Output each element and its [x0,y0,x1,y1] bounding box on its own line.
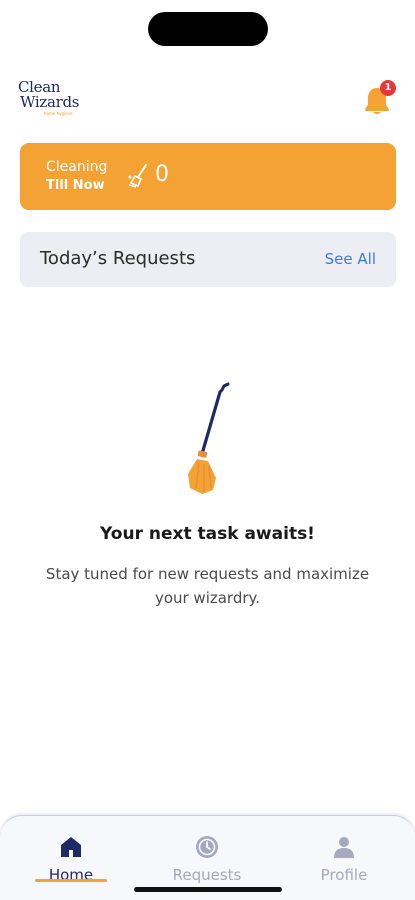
section-title: Today’s Requests [40,248,196,269]
notification-badge: 1 [380,80,396,96]
tab-profile[interactable]: Profile [289,834,399,884]
person-icon [334,837,354,858]
logo-tagline: home hygiene [44,111,73,116]
stats-sublabel: Till Now [46,178,105,193]
cleaning-icon [128,164,147,188]
home-indicator [134,887,282,892]
stats-label: Cleaning [46,159,108,175]
active-tab-indicator [35,879,107,882]
home-icon [61,837,81,857]
broom-illustration [188,382,230,494]
logo-text-line2: Wizards [20,93,80,111]
empty-state-title: Your next task awaits! [100,524,315,544]
tab-home[interactable]: Home [16,834,126,884]
app-logo: Clean Wizards home hygiene [18,80,88,122]
cleaning-count: 0 [155,162,169,187]
dynamic-island [148,12,268,46]
tab-label-requests: Requests [172,866,242,884]
tab-requests[interactable]: Requests [152,834,262,884]
empty-state-text: Stay tuned for new requests and maximize… [45,565,370,607]
see-all-link[interactable]: See All [325,250,376,268]
tab-label-profile: Profile [320,866,368,884]
clock-icon [196,836,218,858]
cleaning-stats-card: Cleaning Till Now 0 [20,143,396,210]
todays-requests-header: Today’s Requests See All [20,232,396,287]
